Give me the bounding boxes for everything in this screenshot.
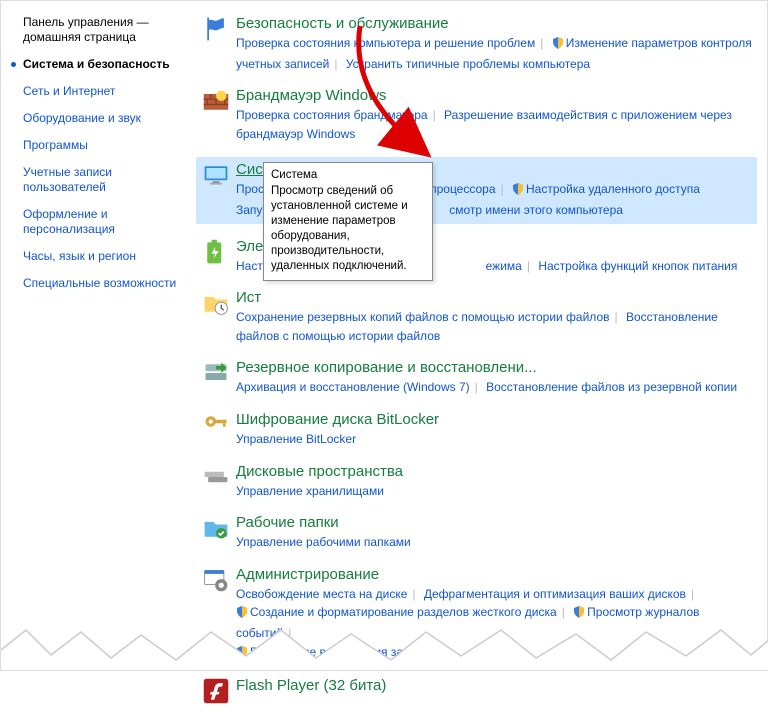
- category-storage: Дисковые пространства Управление хранили…: [202, 463, 757, 501]
- category-firewall: Брандмауэр Windows Проверка состояния бр…: [202, 87, 757, 143]
- category-backup: Резервное копирование и восстановлени...…: [202, 359, 757, 397]
- sidebar-item-accessibility[interactable]: Специальные возможности: [23, 276, 188, 291]
- monitor-icon: [202, 161, 230, 189]
- category-title[interactable]: Администрирование: [236, 566, 757, 583]
- task-link[interactable]: Освобождение места на диске: [236, 587, 407, 601]
- tooltip-title: Система: [271, 168, 425, 183]
- sidebar-item-programs[interactable]: Программы: [23, 138, 188, 153]
- task-link[interactable]: Управление хранилищами: [236, 484, 384, 498]
- category-title[interactable]: Дисковые пространства: [236, 463, 757, 480]
- task-link[interactable]: Создание и форматирование разделов жестк…: [250, 605, 557, 619]
- category-security: Безопасность и обслуживание Проверка сос…: [202, 15, 757, 73]
- sidebar-item-appearance[interactable]: Оформление и персонализация: [23, 207, 188, 237]
- task-link[interactable]: Дефрагментация и оптимизация ваших диско…: [424, 587, 686, 601]
- key-icon: [202, 411, 230, 439]
- task-link[interactable]: смотр имени этого компьютера: [449, 203, 623, 217]
- category-title[interactable]: Ист: [236, 289, 757, 306]
- flag-icon: [202, 15, 230, 43]
- category-flash: Flash Player (32 бита): [202, 677, 757, 708]
- task-link[interactable]: ежима: [486, 259, 522, 273]
- category-title[interactable]: Безопасность и обслуживание: [236, 15, 757, 32]
- task-link[interactable]: Расписание выполнения задач: [250, 645, 423, 659]
- task-link[interactable]: Настройка функций кнопок питания: [538, 259, 737, 273]
- tooltip: Система Просмотр сведений об установленн…: [263, 162, 433, 281]
- gear-window-icon: [202, 566, 230, 594]
- disks-icon: [202, 463, 230, 491]
- task-link[interactable]: Настройка удаленного доступа: [526, 182, 700, 196]
- sidebar-item-accounts[interactable]: Учетные записи пользователей: [23, 165, 188, 195]
- shield-icon: [573, 605, 585, 624]
- category-admin: Администрирование Освобождение места на …: [202, 566, 757, 663]
- shield-icon: [236, 645, 248, 664]
- folder-green-icon: [202, 514, 230, 542]
- shield-icon: [552, 36, 564, 55]
- category-bitlocker: Шифрование диска BitLocker Управление Bi…: [202, 411, 757, 449]
- task-link[interactable]: Архивация и восстановление (Windows 7): [236, 380, 470, 394]
- category-title[interactable]: Шифрование диска BitLocker: [236, 411, 757, 428]
- folder-clock-icon: [202, 289, 230, 317]
- category-title[interactable]: Flash Player (32 бита): [236, 677, 757, 694]
- category-filehistory: Ист Сохранение резервных копий файлов с …: [202, 289, 757, 345]
- task-link[interactable]: Проверка состояния компьютера и решение …: [236, 36, 535, 50]
- category-title[interactable]: Резервное копирование и восстановлени...: [236, 359, 757, 376]
- shield-icon: [236, 605, 248, 624]
- category-title[interactable]: Рабочие папки: [236, 514, 757, 531]
- task-link[interactable]: Запу: [236, 203, 262, 217]
- sidebar-nav: Панель управления — домашняя страница Си…: [23, 15, 188, 722]
- sidebar-home[interactable]: Панель управления — домашняя страница: [23, 15, 188, 45]
- sidebar-item-system-security[interactable]: Система и безопасность: [23, 57, 188, 72]
- sidebar-item-hardware[interactable]: Оборудование и звук: [23, 111, 188, 126]
- brick-wall-icon: [202, 87, 230, 115]
- sidebar-item-network[interactable]: Сеть и Интернет: [23, 84, 188, 99]
- category-workfolders: Рабочие папки Управление рабочими папкам…: [202, 514, 757, 552]
- task-link[interactable]: Проверка состояния брандмауэра: [236, 108, 428, 122]
- main-panel: Безопасность и обслуживание Проверка сос…: [188, 15, 757, 722]
- task-link[interactable]: Управление BitLocker: [236, 432, 356, 446]
- task-link[interactable]: Восстановление файлов из резервной копии: [486, 380, 737, 394]
- sidebar-item-clock-lang[interactable]: Часы, язык и регион: [23, 249, 188, 264]
- task-link[interactable]: Сохранение резервных копий файлов с помо…: [236, 310, 610, 324]
- flash-icon: [202, 677, 230, 705]
- tooltip-body: Просмотр сведений об установленной систе…: [271, 184, 425, 274]
- battery-icon: [202, 238, 230, 266]
- category-title[interactable]: Брандмауэр Windows: [236, 87, 757, 104]
- task-link[interactable]: Управление рабочими папками: [236, 535, 411, 549]
- task-link[interactable]: Устранить типичные проблемы компьютера: [346, 57, 590, 71]
- shield-icon: [512, 182, 524, 201]
- drive-arrow-icon: [202, 359, 230, 387]
